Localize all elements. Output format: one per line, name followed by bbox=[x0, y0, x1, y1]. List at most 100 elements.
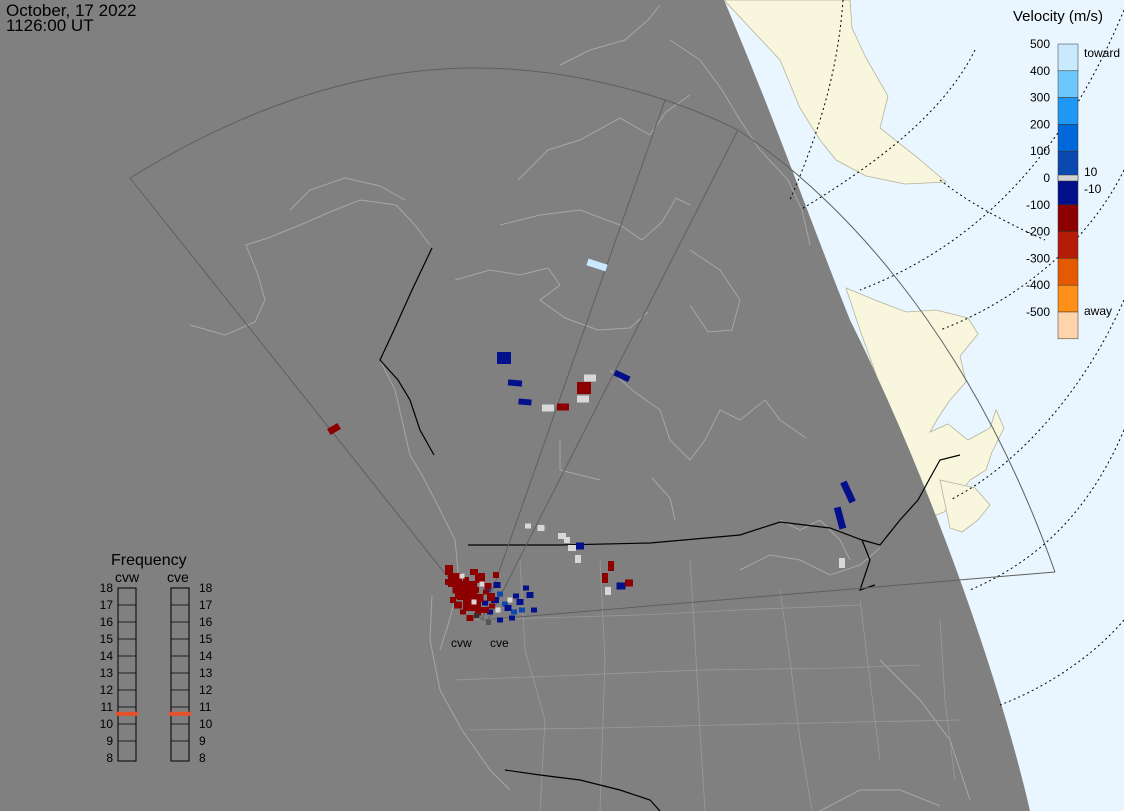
velocity-echo-navy bbox=[493, 582, 501, 588]
velocity-echo-red bbox=[625, 579, 633, 587]
velocity-swatch bbox=[1057, 284, 1079, 313]
velocity-tick-label: 400 bbox=[1030, 64, 1050, 78]
velocity-tick-label: 0 bbox=[1043, 171, 1050, 185]
frequency-level-label: 10 bbox=[100, 717, 114, 731]
velocity-echo-red bbox=[452, 586, 460, 594]
frequency-radar-cvw: cvw bbox=[115, 569, 140, 585]
frequency-level-label: 12 bbox=[199, 683, 213, 697]
velocity-echo-lightblue bbox=[586, 258, 608, 272]
frequency-level-label: 11 bbox=[101, 700, 114, 714]
velocity-tick-label: 300 bbox=[1030, 91, 1050, 105]
velocity-tick-label: 500 bbox=[1030, 37, 1050, 51]
velocity-echo-red bbox=[473, 587, 479, 593]
frequency-level-label: 18 bbox=[199, 581, 213, 595]
velocity-echo-white bbox=[537, 525, 545, 531]
velocity-tick-label: 200 bbox=[1030, 117, 1050, 131]
velocity-swatch bbox=[1057, 70, 1079, 98]
velocity-swatch bbox=[1057, 150, 1079, 179]
map-stage: cvw cve Velocity (m/s) 500 400 300 200 100 0 -… bbox=[0, 0, 1124, 811]
frequency-level-label: 13 bbox=[100, 666, 114, 680]
velocity-echo-white bbox=[564, 537, 570, 543]
velocity-away-label: away bbox=[1084, 304, 1112, 318]
velocity-echo-red bbox=[445, 565, 453, 575]
velocity-echo-navy bbox=[576, 542, 584, 550]
velocity-echo-white bbox=[471, 599, 477, 605]
frequency-level-label: 8 bbox=[199, 751, 206, 765]
velocity-echo-blue bbox=[511, 609, 517, 615]
velocity-echo-red bbox=[489, 603, 495, 609]
velocity-echo-red bbox=[327, 422, 341, 436]
velocity-echo-red bbox=[493, 572, 499, 578]
velocity-echo-navy bbox=[504, 605, 512, 611]
frequency-columns: 18 18 17 17 16 16 15 15 14 14 13 13 12 12 11 11 10 10 9 9 8 8 bbox=[100, 581, 213, 765]
velocity-echo-navy bbox=[513, 593, 519, 599]
frequency-level-label: 13 bbox=[199, 666, 213, 680]
velocity-echo-red bbox=[483, 589, 489, 595]
velocity-echo-white bbox=[507, 597, 513, 603]
frequency-level-label: 14 bbox=[100, 649, 114, 663]
velocity-inner-pos-label: 10 bbox=[1084, 165, 1098, 179]
velocity-zero-band bbox=[1057, 174, 1079, 182]
velocity-echo-white bbox=[839, 558, 845, 568]
velocity-swatch bbox=[1057, 311, 1079, 340]
frequency-column bbox=[170, 587, 190, 762]
frequency-panel: Frequency cvw cve 18 18 17 17 16 16 15 15 14 14 13… bbox=[100, 552, 213, 765]
time-label: 1126:00 UT bbox=[6, 16, 94, 35]
velocity-echo-navy bbox=[616, 582, 626, 590]
velocity-echo-navy bbox=[531, 607, 537, 613]
frequency-radar-cve: cve bbox=[167, 569, 189, 585]
velocity-swatch bbox=[1057, 177, 1079, 206]
frequency-level-label: 14 bbox=[199, 649, 213, 663]
velocity-tick-label: -300 bbox=[1026, 251, 1050, 265]
velocity-echo-white bbox=[479, 581, 485, 587]
velocity-echo-white bbox=[459, 573, 465, 579]
velocity-echo-navy bbox=[497, 617, 503, 623]
velocity-swatch bbox=[1057, 124, 1079, 152]
velocity-echo-white bbox=[568, 545, 576, 551]
velocity-echo-blue bbox=[519, 607, 525, 613]
velocity-echo-navy bbox=[523, 585, 529, 591]
velocity-echo-white bbox=[584, 374, 596, 382]
frequency-title: Frequency bbox=[111, 552, 187, 569]
velocity-echo-red bbox=[557, 403, 569, 411]
velocity-tick-label: -400 bbox=[1026, 278, 1050, 292]
velocity-swatch bbox=[1057, 43, 1079, 72]
velocity-echo-red bbox=[577, 382, 591, 394]
velocity-echo-blue bbox=[497, 591, 503, 597]
velocity-echo-red bbox=[467, 592, 473, 598]
velocity-swatch bbox=[1057, 97, 1079, 125]
velocity-echo-red bbox=[450, 597, 456, 603]
velocity-echo-navy bbox=[526, 592, 534, 598]
velocity-swatches bbox=[1057, 43, 1079, 340]
frequency-column bbox=[117, 587, 137, 762]
velocity-echo-white bbox=[525, 523, 531, 529]
frequency-level-label: 12 bbox=[100, 683, 114, 697]
radar-site-marker bbox=[486, 620, 491, 625]
velocity-scale-title: Velocity (m/s) bbox=[1013, 8, 1103, 25]
velocity-echo-navy bbox=[497, 352, 511, 364]
velocity-toward-label: toward bbox=[1084, 46, 1120, 60]
velocity-echo-navy bbox=[509, 615, 515, 621]
velocity-echo-white bbox=[542, 404, 554, 412]
velocity-echo-navy bbox=[840, 480, 856, 504]
frequency-level-label: 9 bbox=[106, 734, 113, 748]
frequency-level-label: 8 bbox=[106, 751, 113, 765]
frequency-level-label: 15 bbox=[199, 632, 213, 646]
velocity-echo-red bbox=[476, 594, 484, 602]
radar-label-cvw: cvw bbox=[451, 636, 472, 650]
radar-site-marker bbox=[474, 613, 479, 618]
velocity-swatch bbox=[1057, 258, 1079, 286]
velocity-inner-neg-label: -10 bbox=[1084, 182, 1102, 196]
velocity-echo-red bbox=[470, 569, 478, 575]
velocity-tick-label: -500 bbox=[1026, 305, 1050, 319]
frequency-level-label: 16 bbox=[199, 615, 213, 629]
velocity-tick-label: -200 bbox=[1026, 225, 1050, 239]
velocity-echo-navy bbox=[833, 506, 847, 530]
velocity-echo-red bbox=[484, 583, 492, 589]
frequency-level-label: 9 bbox=[199, 734, 206, 748]
velocity-swatch bbox=[1057, 204, 1079, 232]
velocity-echo-red bbox=[481, 607, 489, 613]
velocity-echo-red bbox=[445, 579, 451, 585]
velocity-echo-navy bbox=[516, 599, 524, 605]
velocity-tick-label: -100 bbox=[1026, 198, 1050, 212]
